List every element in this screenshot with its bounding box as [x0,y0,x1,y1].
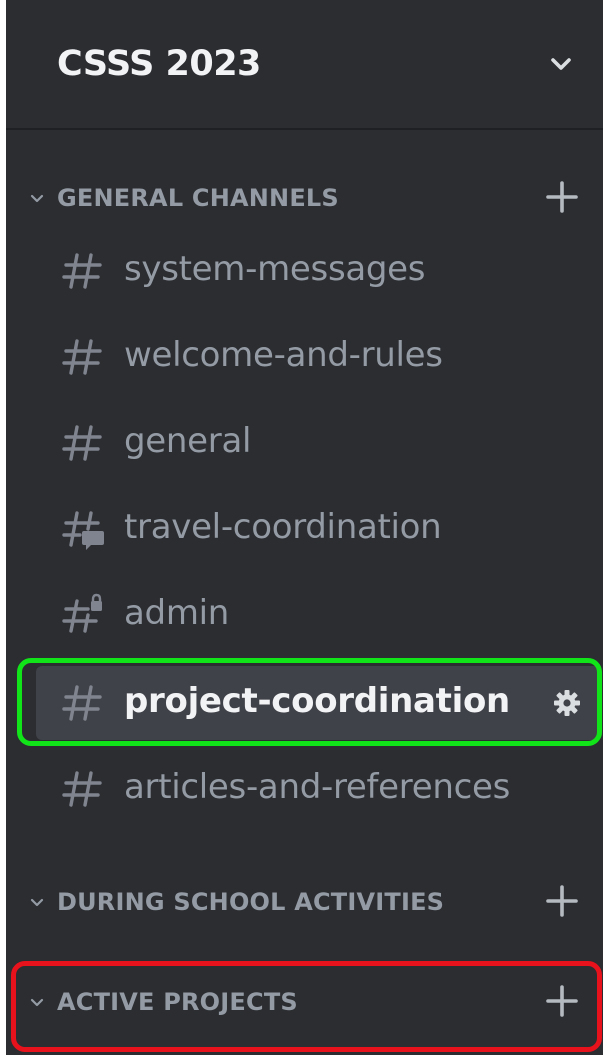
forum-hash-icon [62,511,104,550]
hash-icon [62,253,102,289]
gear-icon[interactable] [552,688,582,718]
chevron-down-icon [30,194,44,203]
hash-icon [62,771,102,807]
channel-label: welcome-and-rules [124,335,443,375]
channel-system-messages[interactable]: system-messages [36,234,602,308]
channel-sidebar: CSSS 2023 GENERAL CHANNELS system-messag… [6,0,603,1055]
channel-label: system-messages [124,249,426,289]
channel-project-coordination[interactable]: project-coordination [36,666,602,740]
chevron-down-icon[interactable] [542,48,580,82]
channel-label: project-coordination [124,681,510,721]
chevron-down-icon [30,898,44,907]
add-channel-icon[interactable] [544,883,580,919]
category-label: DURING SCHOOL ACTIVITIES [57,888,445,916]
hash-icon [62,425,102,461]
channel-general[interactable]: general [36,406,602,480]
channel-travel-coordination[interactable]: travel-coordination [36,492,602,566]
category-during-school-activities[interactable]: DURING SCHOOL ACTIVITIES [6,876,603,930]
hash-icon [62,339,102,375]
channel-admin[interactable]: admin [36,578,602,652]
channel-welcome-and-rules[interactable]: welcome-and-rules [36,320,602,394]
chevron-down-icon [30,998,44,1007]
channel-label: admin [124,593,230,633]
category-label: ACTIVE PROJECTS [57,988,298,1016]
channel-label: articles-and-references [124,767,511,807]
channel-articles-and-references[interactable]: articles-and-references [36,752,602,826]
add-channel-icon[interactable] [544,179,580,215]
server-name: CSSS 2023 [57,44,261,84]
add-channel-icon[interactable] [544,983,580,1019]
category-active-projects[interactable]: ACTIVE PROJECTS [6,976,603,1030]
category-general-channels[interactable]: GENERAL CHANNELS [6,172,603,226]
locked-hash-icon [62,593,102,633]
category-label: GENERAL CHANNELS [57,184,339,212]
channel-label: general [124,421,252,461]
channel-label: travel-coordination [124,507,442,547]
server-header[interactable]: CSSS 2023 [6,0,603,130]
hash-icon [62,685,102,721]
